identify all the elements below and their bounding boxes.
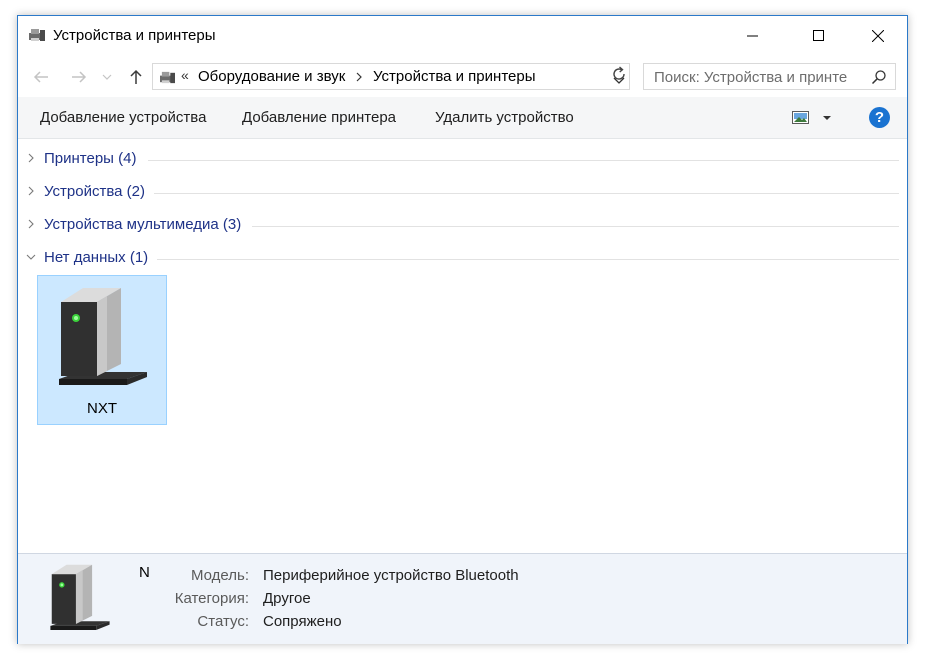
view-options-icon — [792, 111, 831, 124]
device-list: Принтеры (4) Устройства (2) Устройства м… — [18, 138, 907, 553]
details-status-value: Сопряжено — [263, 613, 342, 630]
forward-button[interactable] — [68, 66, 90, 88]
window-title: Устройства и принтеры — [53, 27, 216, 44]
group-devices[interactable]: Устройства (2) — [18, 181, 907, 205]
minimize-button[interactable] — [730, 16, 776, 56]
device-tower-icon — [59, 288, 147, 385]
search-icon[interactable] — [871, 69, 887, 90]
title-bar[interactable]: Устройства и принтеры — [18, 16, 907, 56]
device-item-nxt[interactable]: NXT — [37, 275, 167, 425]
remove-device-button[interactable]: Удалить устройство — [435, 109, 574, 126]
chevron-right-icon[interactable] — [356, 69, 362, 87]
details-category-value: Другое — [263, 590, 311, 607]
group-label: Устройства мультимедиа (3) — [44, 216, 242, 233]
devices-and-printers-window: Устройства и принтеры « Оборудование и з… — [17, 15, 908, 644]
group-label: Устройства (2) — [44, 183, 145, 200]
command-bar: Добавление устройства Добавление принтер… — [18, 97, 907, 139]
devices-printers-icon — [159, 70, 176, 90]
minimize-icon — [747, 35, 758, 37]
details-model-label: Модель: — [190, 567, 249, 584]
details-status-label: Статус: — [197, 613, 249, 630]
group-multimedia[interactable]: Устройства мультимедиа (3) — [18, 214, 907, 238]
details-category-label: Категория: — [174, 590, 249, 607]
group-no-data[interactable]: Нет данных (1) — [18, 247, 907, 271]
add-printer-button[interactable]: Добавление принтера — [242, 109, 396, 126]
refresh-button[interactable] — [610, 65, 628, 83]
maximize-icon — [813, 30, 824, 41]
refresh-icon — [613, 66, 625, 80]
arrow-right-icon — [72, 71, 87, 83]
details-model-value: Периферийное устройство Bluetooth — [263, 567, 519, 584]
recent-locations-button[interactable] — [100, 66, 114, 88]
chevron-right-icon — [28, 186, 34, 196]
help-button[interactable]: ? — [869, 107, 890, 128]
arrow-left-icon — [33, 71, 48, 83]
group-divider — [148, 160, 899, 161]
change-view-button[interactable] — [792, 110, 836, 126]
group-printers[interactable]: Принтеры (4) — [18, 148, 907, 172]
search-input[interactable]: Поиск: Устройства и принте — [643, 63, 896, 90]
details-pane: N Модель: Периферийное устройство Blueto… — [18, 553, 907, 644]
maximize-button[interactable] — [796, 16, 842, 56]
add-device-button[interactable]: Добавление устройства — [40, 109, 206, 126]
group-divider — [252, 226, 899, 227]
chevron-down-icon — [26, 254, 36, 260]
details-device-name: N — [139, 564, 150, 581]
close-icon — [872, 30, 884, 42]
arrow-up-icon — [130, 69, 142, 84]
breadcrumb-devices-printers[interactable]: Устройства и принтеры — [373, 68, 535, 85]
device-label: NXT — [87, 400, 117, 417]
address-bar[interactable]: « Оборудование и звук Устройства и принт… — [152, 63, 630, 90]
devices-printers-icon — [28, 27, 46, 43]
address-overflow[interactable]: « — [181, 67, 189, 83]
chevron-down-icon — [102, 74, 112, 80]
group-divider — [154, 193, 899, 194]
up-button[interactable] — [125, 66, 147, 88]
breadcrumb-hardware-sound[interactable]: Оборудование и звук — [198, 68, 345, 85]
group-label: Нет данных (1) — [44, 249, 149, 266]
chevron-right-icon — [28, 153, 34, 163]
navigation-bar: « Оборудование и звук Устройства и принт… — [18, 60, 907, 94]
back-button[interactable] — [30, 66, 52, 88]
group-divider — [157, 259, 899, 260]
close-button[interactable] — [855, 16, 901, 56]
chevron-right-icon — [28, 219, 34, 229]
search-placeholder: Поиск: Устройства и принте — [654, 69, 848, 86]
group-label: Принтеры (4) — [44, 150, 137, 167]
device-tower-icon — [50, 564, 110, 630]
